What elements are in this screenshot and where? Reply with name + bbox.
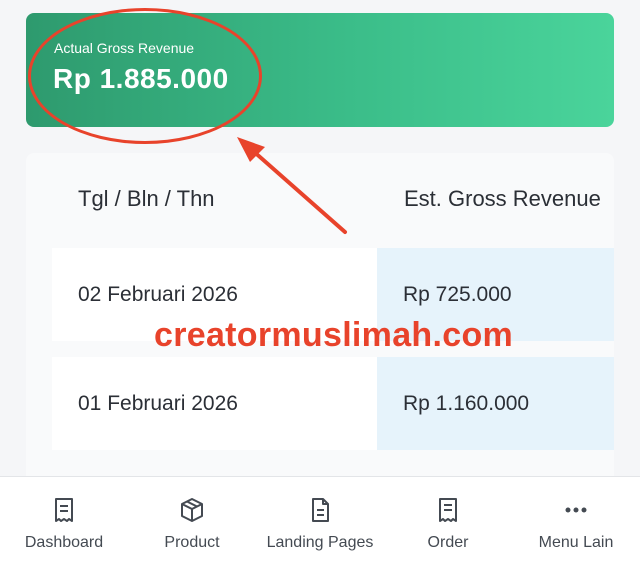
table-row[interactable]: 01 Februari 2026 Rp 1.160.000 xyxy=(52,357,614,450)
nav-label-order: Order xyxy=(427,534,469,551)
bottom-navigation: Dashboard Product Landing Pages Order Me… xyxy=(0,476,640,569)
annotation-highlight-ellipse xyxy=(28,8,262,144)
column-header-revenue: Est. Gross Revenue xyxy=(404,186,601,211)
nav-item-order[interactable]: Order xyxy=(384,477,512,569)
nav-label-menu-lain: Menu Lain xyxy=(538,534,614,551)
nav-label-dashboard: Dashboard xyxy=(24,534,104,551)
nav-item-menu-lain[interactable]: Menu Lain xyxy=(512,477,640,569)
watermark-text: creatormuslimah.com xyxy=(154,316,514,354)
more-dots-icon xyxy=(565,507,587,513)
box-icon xyxy=(181,498,203,522)
revenue-cell: Rp 1.160.000 xyxy=(377,357,614,450)
document-icon xyxy=(312,498,329,522)
order-receipt-icon xyxy=(439,498,457,522)
nav-label-landing-pages: Landing Pages xyxy=(266,534,374,551)
nav-item-product[interactable]: Product xyxy=(128,477,256,569)
receipt-icon xyxy=(55,498,73,522)
nav-item-landing-pages[interactable]: Landing Pages xyxy=(256,477,384,569)
nav-label-product: Product xyxy=(164,534,220,551)
date-cell: 01 Februari 2026 xyxy=(52,357,377,450)
column-header-date: Tgl / Bln / Thn xyxy=(78,186,215,211)
nav-item-dashboard[interactable]: Dashboard xyxy=(0,477,128,569)
